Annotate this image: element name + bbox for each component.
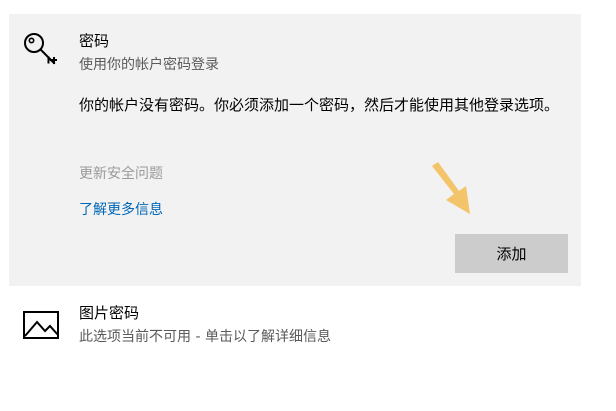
- picture-password-title: 图片密码: [79, 304, 140, 322]
- key-icon: [24, 33, 57, 65]
- password-subtitle: 使用你的帐户密码登录: [79, 57, 219, 73]
- password-message: 你的帐户没有密码。你必须添加一个密码，然后才能使用其他登录选项。: [79, 96, 560, 114]
- update-security-questions-link: 更新安全问题: [79, 166, 163, 182]
- password-title: 密码: [79, 32, 110, 50]
- sign-in-options-page: 密码 使用你的帐户密码登录 你的帐户没有密码。你必须添加一个密码，然后才能使用其…: [0, 0, 616, 411]
- add-password-button[interactable]: 添加: [455, 234, 568, 273]
- picture-icon: [23, 311, 59, 339]
- annotation-arrow-icon: [432, 162, 470, 214]
- learn-more-link[interactable]: 了解更多信息: [79, 201, 163, 219]
- picture-password-subtitle: 此选项当前不可用 - 单击以了解详细信息: [79, 329, 331, 345]
